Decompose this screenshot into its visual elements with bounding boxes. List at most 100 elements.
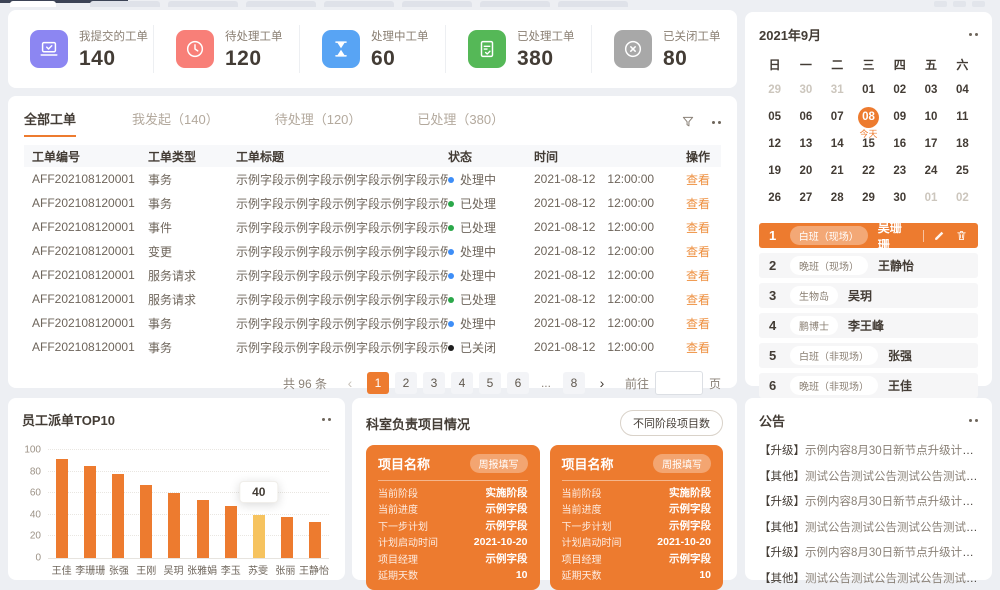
more-icon[interactable]	[712, 121, 721, 124]
goto-page-input[interactable]	[655, 371, 703, 395]
filter-icon[interactable]	[680, 114, 696, 130]
calendar-day[interactable]: 19	[759, 159, 790, 183]
shift-row[interactable]: 2 晚班（现场） 王静怡	[759, 253, 978, 278]
more-icon[interactable]	[969, 419, 978, 422]
calendar-day[interactable]: 20	[790, 159, 821, 183]
calendar-day[interactable]: 11	[947, 105, 978, 129]
announcements-card: 公告 【升级】示例内容8月30日新节点升级计划通知【其他】测试公告测试公告测试公…	[745, 398, 992, 580]
browser-tab[interactable]	[90, 1, 160, 7]
calendar-day[interactable]: 02	[884, 78, 915, 102]
browser-tab[interactable]	[324, 1, 394, 7]
edit-icon[interactable]	[933, 229, 946, 242]
tab-全部工单[interactable]: 全部工单	[24, 109, 76, 137]
field-label: 下一步计划	[562, 518, 612, 533]
calendar-day[interactable]: 10	[915, 105, 946, 129]
calendar-day[interactable]: 28	[822, 186, 853, 210]
view-link[interactable]: 查看	[686, 293, 710, 307]
calendar-day[interactable]: 14	[822, 132, 853, 156]
x-axis-label: 张强	[105, 562, 132, 577]
calendar-day[interactable]: 06	[790, 105, 821, 129]
bar	[225, 506, 237, 558]
next-page-button[interactable]: ›	[591, 372, 613, 394]
shift-number: 1	[769, 228, 780, 243]
calendar-day[interactable]: 05	[759, 105, 790, 129]
calendar-day[interactable]: 29	[853, 186, 884, 210]
calendar-day[interactable]: 09	[884, 105, 915, 129]
calendar-day[interactable]: 25	[947, 159, 978, 183]
calendar-day[interactable]: 24	[915, 159, 946, 183]
calendar-day[interactable]: 18	[947, 132, 978, 156]
calendar-day[interactable]: 15	[853, 132, 884, 156]
calendar-day[interactable]: 01	[915, 186, 946, 210]
calendar-day[interactable]: 30	[884, 186, 915, 210]
announcement-item[interactable]: 【升级】示例内容8月30日新节点升级计划通知	[759, 442, 978, 458]
view-link[interactable]: 查看	[686, 341, 710, 355]
more-icon[interactable]	[969, 33, 978, 36]
stage-project-count-button[interactable]: 不同阶段项目数	[620, 410, 723, 436]
calendar-day[interactable]: 29	[759, 78, 790, 102]
trash-icon[interactable]	[955, 229, 968, 242]
view-link[interactable]: 查看	[686, 245, 710, 259]
shift-row[interactable]: 3 生物岛 吴玥	[759, 283, 978, 308]
view-link[interactable]: 查看	[686, 269, 710, 283]
calendar-day[interactable]: 21	[822, 159, 853, 183]
tab-bar-button[interactable]	[953, 1, 966, 7]
shift-row[interactable]: 4 鹏博士 李王峰	[759, 313, 978, 338]
more-icon[interactable]	[322, 418, 331, 421]
calendar-day[interactable]: 22	[853, 159, 884, 183]
prev-page-button[interactable]: ‹	[339, 372, 361, 394]
tab-已处理（380）[interactable]: 已处理（380）	[417, 109, 504, 137]
page-button[interactable]: 5	[479, 372, 501, 394]
page-button[interactable]: 4	[451, 372, 473, 394]
tab-bar-button[interactable]	[934, 1, 947, 7]
announcement-item[interactable]: 【其他】测试公告测试公告测试公告测试公告测试公告	[759, 570, 978, 586]
view-link[interactable]: 查看	[686, 173, 710, 187]
page-button[interactable]: 8	[563, 372, 585, 394]
calendar-day[interactable]: 31	[822, 78, 853, 102]
shift-row[interactable]: 5 白班（非现场） 张强	[759, 343, 978, 368]
announcement-item[interactable]: 【其他】测试公告测试公告测试公告测试公告测试公告	[759, 468, 978, 484]
calendar-day[interactable]: 04	[947, 78, 978, 102]
calendar-day[interactable]: 26	[759, 186, 790, 210]
calendar-day[interactable]: 16	[884, 132, 915, 156]
status-dot	[448, 225, 454, 231]
announcement-item[interactable]: 【升级】示例内容8月30日新节点升级计划通知	[759, 544, 978, 560]
tab-我发起（140）[interactable]: 我发起（140）	[132, 109, 219, 137]
browser-tab[interactable]	[558, 1, 628, 7]
page-ellipsis[interactable]: ...	[535, 372, 557, 394]
announcement-item[interactable]: 【其他】测试公告测试公告测试公告测试公告测试公告	[759, 519, 978, 535]
calendar-day[interactable]: 01	[853, 78, 884, 102]
calendar-day[interactable]: 07	[822, 105, 853, 129]
browser-tab[interactable]	[246, 1, 316, 7]
tab-待处理（120）[interactable]: 待处理（120）	[275, 109, 362, 137]
browser-tab-active[interactable]	[10, 1, 56, 7]
page-button[interactable]: 1	[367, 372, 389, 394]
view-link[interactable]: 查看	[686, 197, 710, 211]
page-button[interactable]: 3	[423, 372, 445, 394]
shift-row[interactable]: 1 白班（现场） 吴珊珊	[759, 223, 978, 248]
x-axis-label: 张雅娟	[187, 562, 217, 577]
view-link[interactable]: 查看	[686, 317, 710, 331]
shift-row[interactable]: 6 晚班（非现场） 王佳	[759, 373, 978, 398]
announcement-item[interactable]: 【升级】示例内容8月30日新节点升级计划通知	[759, 493, 978, 509]
calendar-day[interactable]: 03	[915, 78, 946, 102]
browser-tab[interactable]	[480, 1, 550, 7]
browser-tab[interactable]	[168, 1, 238, 7]
calendar-day[interactable]: 27	[790, 186, 821, 210]
project-field-row: 下一步计划示例字段	[562, 517, 712, 534]
weekly-report-badge[interactable]: 周报填写	[470, 454, 528, 473]
shift-number: 3	[769, 288, 780, 303]
weekly-report-badge[interactable]: 周报填写	[653, 454, 711, 473]
calendar-day[interactable]: 30	[790, 78, 821, 102]
page-button[interactable]: 6	[507, 372, 529, 394]
calendar-day[interactable]: 23	[884, 159, 915, 183]
calendar-day[interactable]: 02	[947, 186, 978, 210]
calendar-day[interactable]: 12	[759, 132, 790, 156]
page-button[interactable]: 2	[395, 372, 417, 394]
calendar-day[interactable]: 17	[915, 132, 946, 156]
calendar-day[interactable]: 08今天	[853, 105, 884, 129]
browser-tab[interactable]	[402, 1, 472, 7]
tab-bar-button[interactable]	[972, 1, 985, 7]
calendar-day[interactable]: 13	[790, 132, 821, 156]
view-link[interactable]: 查看	[686, 221, 710, 235]
